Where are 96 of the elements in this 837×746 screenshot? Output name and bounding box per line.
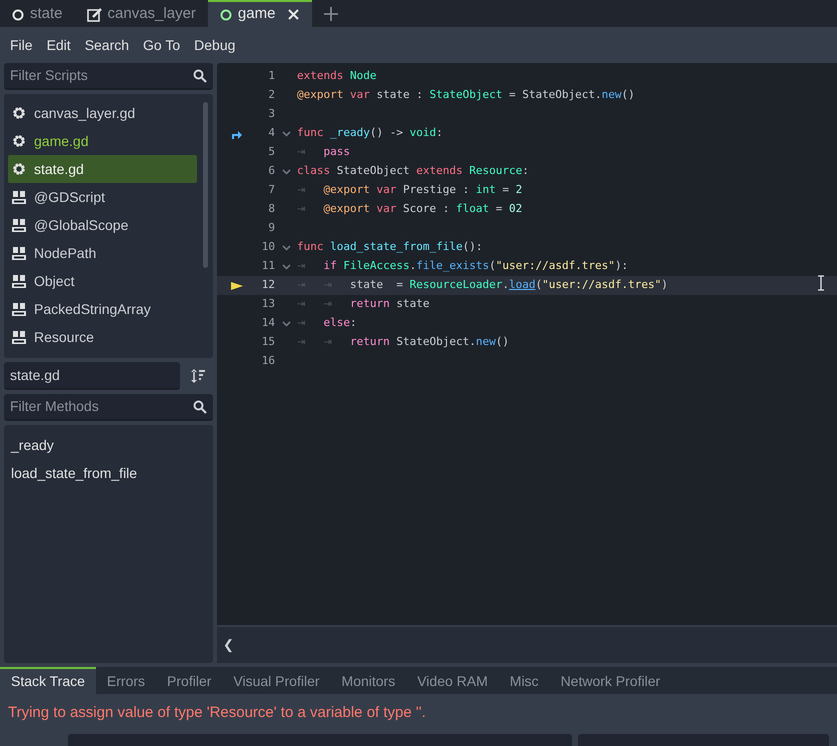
tab-marker: ⇥ [297,147,306,158]
line-number: 3 [267,106,275,122]
code-line: if FileAccess.file_exists("user://asdf.tres"): [324,258,628,274]
book-icon [12,302,26,316]
tab-marker: ⇥ [324,337,332,348]
code-line: func load_state_from_file(): [297,239,482,256]
circle-icon [12,8,24,20]
method-item[interactable]: _ready [11,431,206,459]
line-number: 1 [267,68,275,84]
line-number: 7 [267,182,275,198]
line-number: 15 [260,334,275,350]
book-icon [12,246,26,260]
tab-marker: ⇥ [297,337,306,348]
filter-stack-variables-field[interactable] [578,734,829,746]
debugger-tab[interactable]: Video RAM [406,666,499,694]
line-number: 5 [267,144,275,160]
debugger-tab[interactable]: Errors [96,666,156,694]
gear-icon [12,134,26,148]
code-line: func _ready() -> void: [297,125,443,142]
gear-icon [12,106,26,120]
code-line: pass [324,144,350,160]
editor-tab[interactable]: canvas_layer [74,0,208,27]
line-number: 6 [267,163,275,180]
placeholder-text: Filter Methods [10,397,100,416]
line-number: 4 [267,125,275,142]
book-icon [12,274,26,288]
script-item[interactable]: PackedStringArray [8,295,197,323]
method-item[interactable]: load_state_from_file [11,459,206,487]
debugger-tab[interactable]: Misc [498,666,550,694]
code-line: else: [324,315,357,332]
error-message: Trying to assign value of type 'Resource' to a variable of type ''. [8,702,427,722]
line-number: 9 [267,220,275,236]
debugger-tab[interactable]: Monitors [330,666,406,694]
editor-tab[interactable]: game [208,0,312,27]
close-icon[interactable] [287,8,300,21]
code-line: @export var state : StateObject = StateObject.new() [297,87,635,104]
circle-icon [220,8,232,20]
stack-frames-field[interactable] [68,734,572,746]
menu-item[interactable]: File [3,34,40,56]
placeholder-text: Filter Scripts [10,66,89,85]
add-icon[interactable] [324,6,338,20]
code-line: return StateObject.new() [350,334,509,350]
line-number: 10 [260,239,275,256]
menu-item[interactable]: Edit [40,34,78,56]
line-number: 13 [260,296,275,312]
search-icon [193,400,207,414]
debugger-tab[interactable]: Visual Profiler [222,666,331,694]
script-item[interactable]: Object [8,267,197,295]
tab-marker: ⇥ [324,280,332,292]
editor-tab[interactable]: state [0,0,75,27]
script-item[interactable]: game.gd [8,127,197,155]
line-number: 14 [260,315,275,332]
book-icon [12,218,26,232]
tab-marker: ⇥ [297,204,306,216]
line-number: 12 [260,277,275,294]
tab-marker: ⇥ [297,261,306,272]
script-item[interactable]: NodePath [8,239,197,267]
scrollbar[interactable] [203,102,208,268]
code-line: @export var Prestige : int = 2 [324,182,522,198]
tab-marker: ⇥ [297,280,306,292]
book-icon [12,330,26,344]
line-number: 2 [267,87,275,104]
script-item[interactable]: state.gd [8,155,197,183]
tab-marker: ⇥ [297,185,306,196]
tab-marker: ⇥ [297,318,306,330]
debugger-tab[interactable]: Profiler [156,666,222,694]
code-line: extends Node [297,68,376,84]
debugger-tab[interactable]: Network Profiler [550,666,672,694]
menu-item[interactable]: Search [78,34,136,56]
filter-scripts-field[interactable]: Filter Scripts [4,63,213,90]
script-item[interactable]: canvas_layer.gd [8,99,197,127]
tab-marker: ⇥ [324,299,332,310]
current-script-field[interactable]: state.gd [4,362,180,390]
gear-icon [12,162,26,176]
filter-methods-field[interactable]: Filter Methods [4,394,213,421]
menu-item[interactable]: Debug [187,34,242,56]
code-line: return state [350,296,430,312]
play-icon [231,280,243,290]
text-cursor-icon [817,275,825,291]
tab-marker: ⇥ [297,299,306,310]
script-item[interactable]: Resource [8,323,197,351]
line-number: 11 [260,258,275,274]
script-item[interactable]: @GDScript [8,183,197,211]
search-icon [193,68,207,82]
debugger-tab[interactable]: Stack Trace [0,666,96,694]
code-line: @export var Score : float = 02 [324,201,522,218]
script-item[interactable]: @GlobalScope [8,211,197,239]
collapse-button[interactable]: ❮ [223,635,234,655]
book-icon [12,190,26,204]
code-line: state = ResourceLoader.load("user://asdf.tres") [350,277,668,294]
menu-item[interactable]: Go To [136,34,188,56]
pen-icon [86,7,102,22]
line-number: 8 [267,201,275,218]
line-number: 16 [260,353,275,370]
sort-icon[interactable] [190,368,206,384]
code-line: class StateObject extends Resource: [297,163,529,180]
